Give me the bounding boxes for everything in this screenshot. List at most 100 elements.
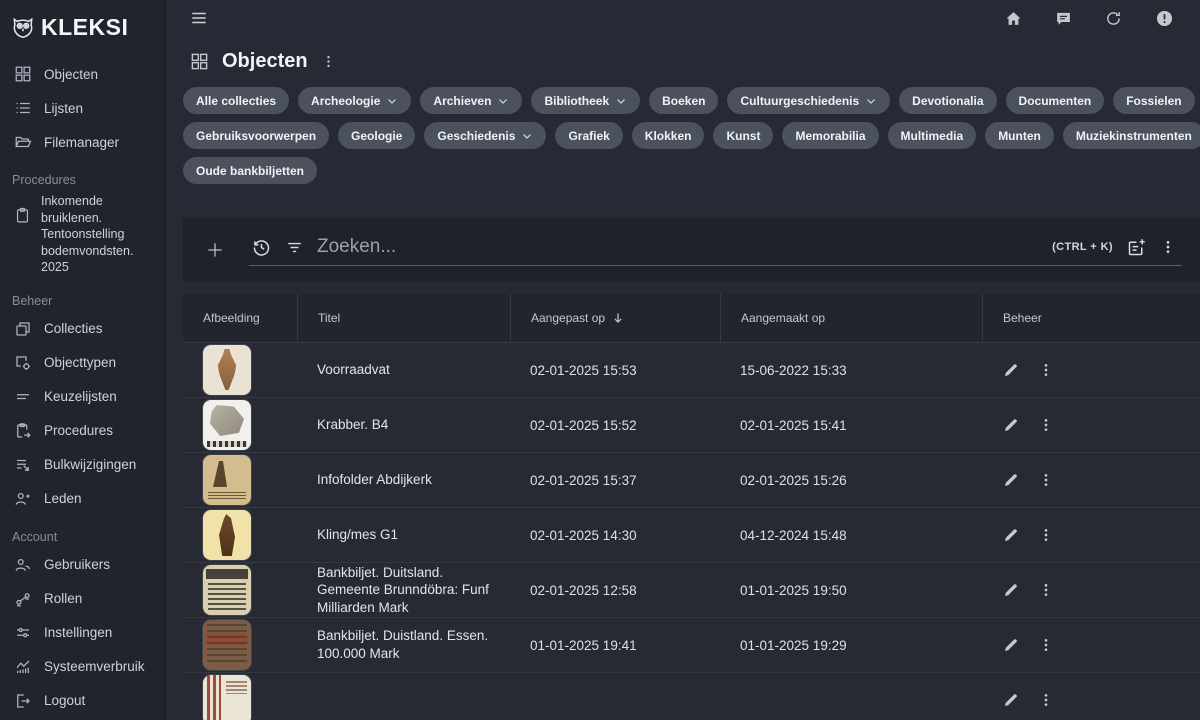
sidebar-item-objecttypen[interactable]: Objecttypen [0, 346, 165, 380]
banknote-dark-thumbnail[interactable] [203, 620, 251, 670]
alert-circle-button[interactable] [1155, 9, 1174, 28]
column-header-titel[interactable]: Titel [297, 294, 510, 342]
search-field[interactable]: (CTRL + K) [249, 234, 1182, 266]
kleksi-owl-logo-icon [10, 15, 36, 41]
filter-chip[interactable]: Muziekinstrumenten [1063, 122, 1200, 149]
vase-thumbnail[interactable] [203, 345, 251, 395]
collection-filter-chips: Alle collecties Archeologie Archieven Bibli… [166, 75, 1200, 184]
page-menu-button[interactable] [321, 54, 336, 69]
brand[interactable]: KLEKSI [0, 8, 165, 57]
filter-chip[interactable]: Munten [985, 122, 1054, 149]
table-row[interactable] [183, 672, 1200, 720]
settings-sliders-icon [14, 624, 32, 642]
sidebar-item-logout[interactable]: Logout [0, 684, 165, 718]
clipboard-icon [14, 207, 31, 224]
filter-chip[interactable]: Geologie [338, 122, 415, 149]
search-history-icon[interactable] [251, 237, 272, 258]
objects-table: Afbeelding Titel Aangepast op Aangemaakt… [183, 294, 1200, 720]
row-menu-button[interactable] [1038, 362, 1054, 378]
filter-chip[interactable]: Archeologie [298, 87, 411, 114]
filter-chip-label: Kunst [726, 129, 760, 143]
search-input[interactable] [317, 236, 1039, 258]
column-header-beheer[interactable]: Beheer [982, 294, 1200, 342]
sidebar-item-objecten[interactable]: Objecten [0, 57, 165, 91]
filter-chip[interactable]: Grafiek [555, 122, 622, 149]
sidebar-item-instellingen[interactable]: Instellingen [0, 616, 165, 650]
filter-chip[interactable]: Alle collecties [183, 87, 289, 114]
sidebar-item-filemanager[interactable]: Filemanager [0, 125, 165, 159]
thumbnail-cell [183, 675, 297, 720]
filter-chip[interactable]: Documenten [1006, 87, 1105, 114]
row-menu-button[interactable] [1038, 692, 1054, 708]
row-menu-button[interactable] [1038, 637, 1054, 653]
sidebar-item-rollen[interactable]: Rollen [0, 582, 165, 616]
filter-icon[interactable] [285, 238, 304, 257]
filter-chip-label: Klokken [645, 129, 692, 143]
filter-chip-label: Munten [998, 129, 1041, 143]
sidebar-item-systeemverbruik[interactable]: Systeemverbruik [0, 650, 165, 684]
filter-chip[interactable]: Klokken [632, 122, 705, 149]
search-panel: (CTRL + K) [183, 218, 1200, 282]
sidebar-item-procedures[interactable]: Procedures [0, 414, 165, 448]
home-button[interactable] [1005, 10, 1022, 27]
table-row[interactable]: Voorraadvat02-01-2025 15:5315-06-2022 15… [183, 342, 1200, 397]
edit-pencil-button[interactable] [1002, 636, 1020, 654]
table-row[interactable]: Krabber. B402-01-2025 15:5202-01-2025 15… [183, 397, 1200, 452]
filter-chip[interactable]: Multimedia [888, 122, 977, 149]
chat-button[interactable] [1055, 10, 1072, 27]
row-menu-button[interactable] [1038, 417, 1054, 433]
filter-chip[interactable]: Archieven [420, 87, 522, 114]
filter-chip[interactable]: Cultuurgeschiedenis [727, 87, 890, 114]
refresh-button[interactable] [1105, 10, 1122, 27]
table-row[interactable]: Kling/mes G102-01-2025 14:3004-12-2024 1… [183, 507, 1200, 562]
brand-name: KLEKSI [41, 14, 128, 41]
filter-chip[interactable]: Oude bankbiljetten [183, 157, 317, 184]
filter-chip[interactable]: Geschiedenis [424, 122, 546, 149]
column-header-aangemaakt-op[interactable]: Aangemaakt op [720, 294, 982, 342]
objects-grid-icon [190, 52, 209, 71]
edit-pencil-button[interactable] [1002, 471, 1020, 489]
row-menu-button[interactable] [1038, 527, 1054, 543]
filter-chip[interactable]: Devotionalia [899, 87, 996, 114]
column-header-afbeelding[interactable]: Afbeelding [183, 294, 297, 342]
modified-date: 02-01-2025 15:52 [510, 418, 720, 433]
sidebar-item-procedure-tentoonstelling[interactable]: Inkomende bruiklenen. Tentoonstelling bo… [0, 191, 165, 280]
blade-thumbnail[interactable] [203, 510, 251, 560]
table-row[interactable]: Bankbiljet. Duistland. Essen. 100.000 Ma… [183, 617, 1200, 672]
banknote-beige-thumbnail[interactable] [203, 565, 251, 615]
row-menu-button[interactable] [1038, 582, 1054, 598]
search-menu-button[interactable] [1160, 239, 1176, 255]
table-row[interactable]: Infofolder Abdijkerk02-01-2025 15:3702-0… [183, 452, 1200, 507]
add-object-button[interactable] [205, 240, 225, 260]
sidebar-item-label: Collecties [44, 321, 103, 336]
sidebar-item-label: Objecten [44, 67, 98, 82]
sidebar-item-bulkwijzigingen[interactable]: Bulkwijzigingen [0, 448, 165, 482]
filter-chip[interactable]: Memorabilia [782, 122, 878, 149]
edit-pencil-button[interactable] [1002, 581, 1020, 599]
note-add-icon[interactable] [1126, 237, 1147, 258]
filter-chip[interactable]: Boeken [649, 87, 718, 114]
thumbnail-cell [183, 455, 297, 505]
sidebar-item-lijsten[interactable]: Lijsten [0, 91, 165, 125]
sidebar-item-gebruikers[interactable]: Gebruikers [0, 548, 165, 582]
thumbnail-cell [183, 620, 297, 670]
filter-chip[interactable]: Bibliotheek [531, 87, 640, 114]
sidebar-item-collecties[interactable]: Collecties [0, 312, 165, 346]
banknote-striped-thumbnail[interactable] [203, 675, 251, 720]
row-menu-button[interactable] [1038, 472, 1054, 488]
filter-chip[interactable]: Fossielen [1113, 87, 1194, 114]
edit-pencil-button[interactable] [1002, 416, 1020, 434]
edit-pencil-button[interactable] [1002, 361, 1020, 379]
filter-chip[interactable]: Gebruiksvoorwerpen [183, 122, 329, 149]
row-actions [982, 581, 1200, 599]
stone-thumbnail[interactable] [203, 400, 251, 450]
sidebar-item-keuzelijsten[interactable]: Keuzelijsten [0, 380, 165, 414]
edit-pencil-button[interactable] [1002, 691, 1020, 709]
edit-pencil-button[interactable] [1002, 526, 1020, 544]
table-row[interactable]: Bankbiljet. Duitsland. Gemeente Brunndöb… [183, 562, 1200, 617]
column-header-aangepast-op[interactable]: Aangepast op [510, 294, 720, 342]
sidebar-item-leden[interactable]: Leden [0, 482, 165, 516]
leaflet-thumbnail[interactable] [203, 455, 251, 505]
filter-chip[interactable]: Kunst [713, 122, 773, 149]
hamburger-menu-button[interactable] [190, 9, 208, 27]
